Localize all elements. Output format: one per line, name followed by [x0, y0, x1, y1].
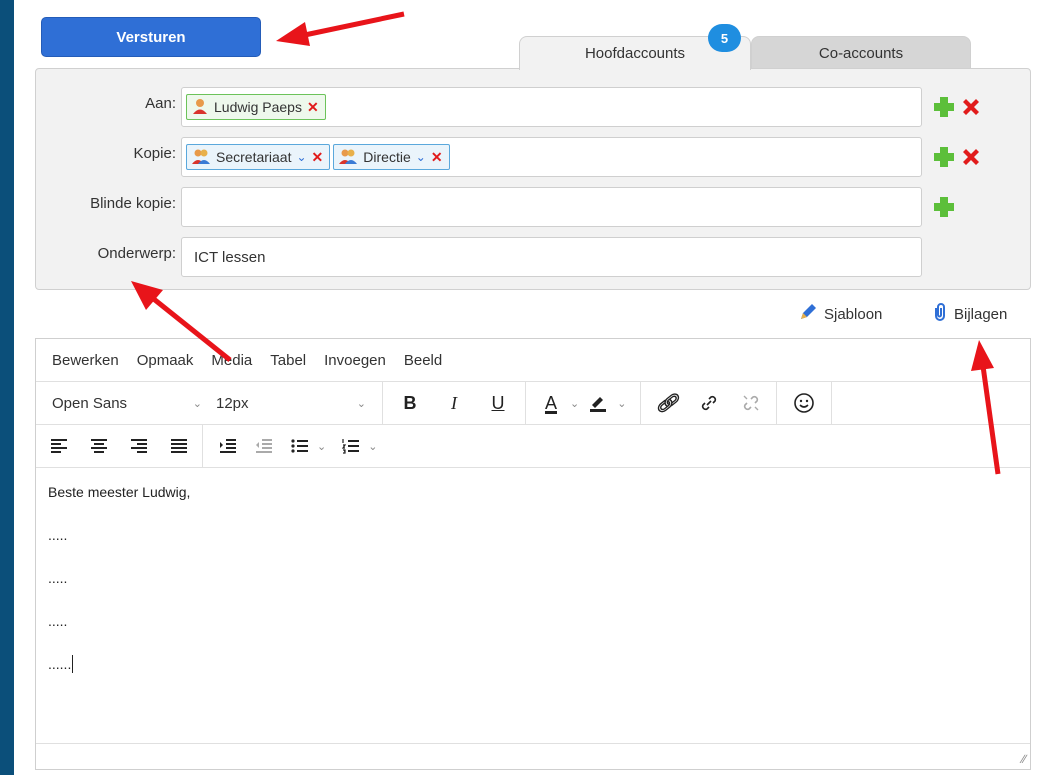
attachments-link[interactable]: Bijlagen [932, 302, 1007, 326]
clear-cc-icon[interactable] [959, 145, 983, 169]
emoji-group [777, 382, 833, 424]
align-center-icon[interactable] [88, 438, 110, 454]
attachments-label: Bijlagen [954, 305, 1008, 323]
body-line: ..... [48, 613, 68, 629]
align-left-icon[interactable] [48, 438, 70, 454]
outdent-icon[interactable] [253, 438, 275, 454]
recipient-chip[interactable]: Ludwig Paeps ✕ [186, 94, 326, 120]
clear-recipients-icon[interactable] [959, 95, 983, 119]
unlink-icon[interactable] [740, 393, 762, 413]
account-count-badge: 5 [708, 24, 741, 52]
numbered-list-icon[interactable] [340, 438, 362, 454]
font-family-value: Open Sans [52, 394, 128, 412]
text-cursor [72, 655, 74, 673]
color-group: A ⌄ ⌄ [526, 382, 642, 424]
bold-button[interactable]: B [399, 393, 421, 414]
chevron-down-icon[interactable]: ⌄ [617, 397, 626, 410]
menu-beeld[interactable]: Beeld [404, 352, 442, 369]
send-button[interactable]: Versturen [41, 17, 261, 57]
align-group [36, 425, 203, 467]
editor-menubar: Bewerken Opmaak Media Tabel Invoegen Bee… [36, 339, 1030, 382]
tab-co-accounts[interactable]: Co-accounts [751, 36, 971, 69]
font-size-select[interactable]: 12px ⌄ [216, 395, 366, 412]
remove-chip-icon[interactable]: ✕ [431, 149, 443, 166]
add-bcc-icon[interactable] [932, 195, 956, 219]
underline-button[interactable]: U [487, 393, 509, 414]
body-line-last: ...... [48, 654, 1018, 675]
add-recipient-icon[interactable] [932, 95, 956, 119]
body-line-text: ...... [48, 656, 72, 672]
text-color-button[interactable]: A [540, 393, 562, 414]
body-line: Beste meester Ludwig, [48, 484, 191, 500]
chevron-down-icon: ⌄ [192, 397, 202, 410]
menu-tabel[interactable]: Tabel [270, 352, 306, 369]
bcc-field[interactable] [181, 187, 922, 227]
template-link[interactable]: Sjabloon [798, 302, 882, 326]
to-actions [932, 95, 983, 119]
highlight-color-icon[interactable] [587, 393, 609, 413]
bcc-actions [932, 195, 956, 219]
recipient-chip[interactable]: Secretariaat ⌄ ✕ [186, 144, 331, 170]
chevron-down-icon: ⌄ [356, 397, 366, 410]
link-icon[interactable] [698, 393, 720, 413]
recipient-name: Secretariaat [216, 149, 292, 165]
italic-button[interactable]: I [443, 393, 465, 414]
remove-chip-icon[interactable]: ✕ [307, 99, 319, 116]
group-icon [338, 147, 358, 168]
to-label: Aan: [145, 95, 176, 112]
list-group: ⌄ ⌄ [203, 425, 391, 467]
menu-media[interactable]: Media [211, 352, 252, 369]
menu-bewerken[interactable]: Bewerken [52, 352, 119, 369]
body-line: ..... [48, 527, 68, 543]
editor-content[interactable]: Beste meester Ludwig, ..... ..... ..... … [36, 468, 1030, 711]
subject-label: Onderwerp: [97, 245, 176, 262]
group-icon [191, 147, 211, 168]
person-icon [191, 97, 209, 118]
to-field[interactable]: Ludwig Paeps ✕ [181, 87, 922, 127]
chevron-down-icon[interactable]: ⌄ [570, 397, 579, 410]
body-line: ..... [48, 570, 68, 586]
mail-compose-page: Versturen 5 Hoofdaccounts Co-accounts Aa… [14, 0, 1038, 775]
text-style-group: B I U [383, 382, 526, 424]
template-label: Sjabloon [824, 305, 883, 323]
chevron-down-icon[interactable]: ⌄ [416, 150, 426, 164]
font-size-value: 12px [216, 394, 249, 412]
chevron-down-icon[interactable]: ⌄ [317, 440, 326, 453]
cc-actions [932, 145, 983, 169]
cc-field[interactable]: Secretariaat ⌄ ✕ Directie ⌄ ✕ [181, 137, 922, 177]
align-right-icon[interactable] [128, 438, 150, 454]
bullet-list-icon[interactable] [289, 438, 311, 454]
chevron-down-icon[interactable]: ⌄ [368, 440, 377, 453]
emoji-icon[interactable] [793, 392, 815, 414]
paperclip-icon [932, 302, 948, 326]
rich-text-editor: Bewerken Opmaak Media Tabel Invoegen Bee… [35, 338, 1031, 770]
recipient-name: Directie [363, 149, 411, 165]
font-controls: Open Sans ⌄ 12px ⌄ [36, 382, 383, 424]
editor-statusbar: ∕∕ [36, 743, 1030, 769]
pencil-icon [798, 302, 818, 326]
subject-value: ICT lessen [194, 248, 266, 266]
link-group: 🔗︎ [641, 382, 778, 424]
menu-opmaak[interactable]: Opmaak [137, 352, 194, 369]
recipient-panel: Aan: Ludwig Paeps ✕ Kopie: Secretariaat … [35, 68, 1031, 290]
paragraph-toolbar: ⌄ ⌄ [36, 425, 1030, 468]
subject-input[interactable]: ICT lessen [181, 237, 922, 277]
recipient-chip[interactable]: Directie ⌄ ✕ [333, 144, 450, 170]
indent-icon[interactable] [217, 438, 239, 454]
recipient-name: Ludwig Paeps [214, 99, 302, 115]
bcc-label: Blinde kopie: [90, 195, 176, 212]
chevron-down-icon[interactable]: ⌄ [296, 150, 306, 164]
font-family-select[interactable]: Open Sans ⌄ [52, 395, 202, 412]
resize-handle-icon[interactable]: ∕∕ [1022, 752, 1026, 766]
cc-label: Kopie: [133, 145, 176, 162]
formatting-toolbar: Open Sans ⌄ 12px ⌄ B I U A ⌄ ⌄ 🔗︎ [36, 382, 1030, 425]
add-cc-icon[interactable] [932, 145, 956, 169]
align-justify-icon[interactable] [168, 438, 190, 454]
menu-invoegen[interactable]: Invoegen [324, 352, 386, 369]
remove-chip-icon[interactable]: ✕ [312, 149, 324, 166]
insert-link-plus-icon[interactable]: 🔗︎ [655, 393, 678, 414]
